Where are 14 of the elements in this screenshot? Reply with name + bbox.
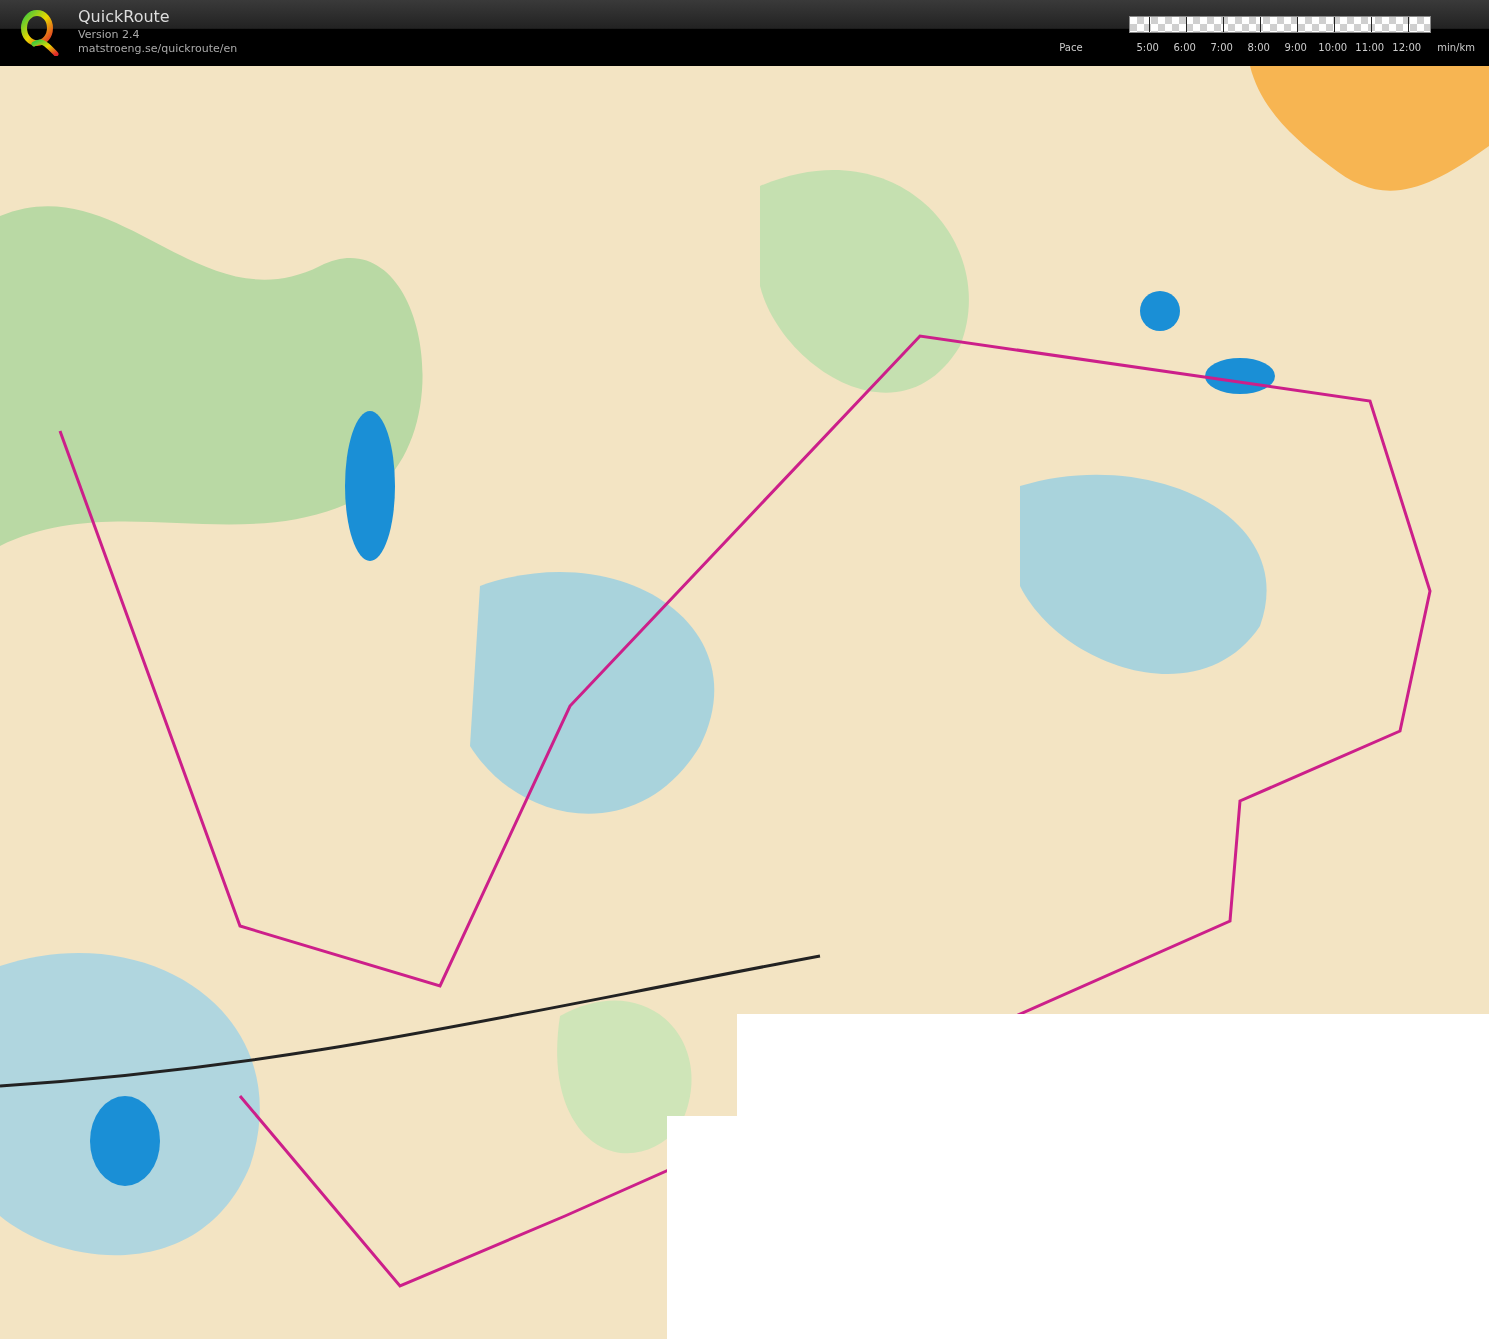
pace-tick-label: 10:00 <box>1317 41 1349 55</box>
app-url: matstroeng.se/quickroute/en <box>78 42 238 56</box>
pace-tick-label: 7:00 <box>1209 41 1234 55</box>
app-version: Version 2.4 <box>78 28 141 42</box>
pace-unit: min/km <box>1437 41 1475 55</box>
logo-icon <box>18 8 60 56</box>
pace-tick-label: 9:00 <box>1283 41 1308 55</box>
pace-tick-label: 11:00 <box>1354 41 1386 55</box>
pace-tick-label: 5:00 <box>1135 41 1160 55</box>
pace-label: Pace <box>1059 41 1084 55</box>
pace-tick-label: 12:00 <box>1391 41 1423 55</box>
pace-tick-label: 6:00 <box>1172 41 1197 55</box>
pace-tick-label: 8:00 <box>1246 41 1271 55</box>
app-title: QuickRoute <box>78 6 171 28</box>
